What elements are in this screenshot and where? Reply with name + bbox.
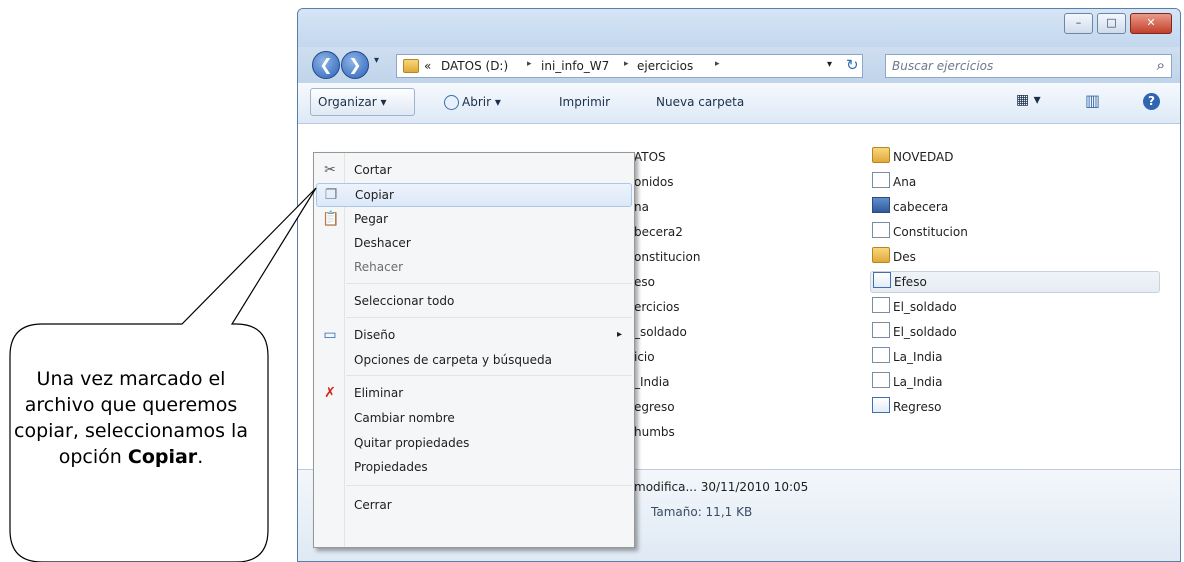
callout-text-end: . xyxy=(197,446,204,468)
callout-bold-text: Copiar xyxy=(127,446,198,468)
callout-bubble xyxy=(9,187,317,562)
callout-text: Una vez marcado el archivo que queremos … xyxy=(0,366,262,470)
